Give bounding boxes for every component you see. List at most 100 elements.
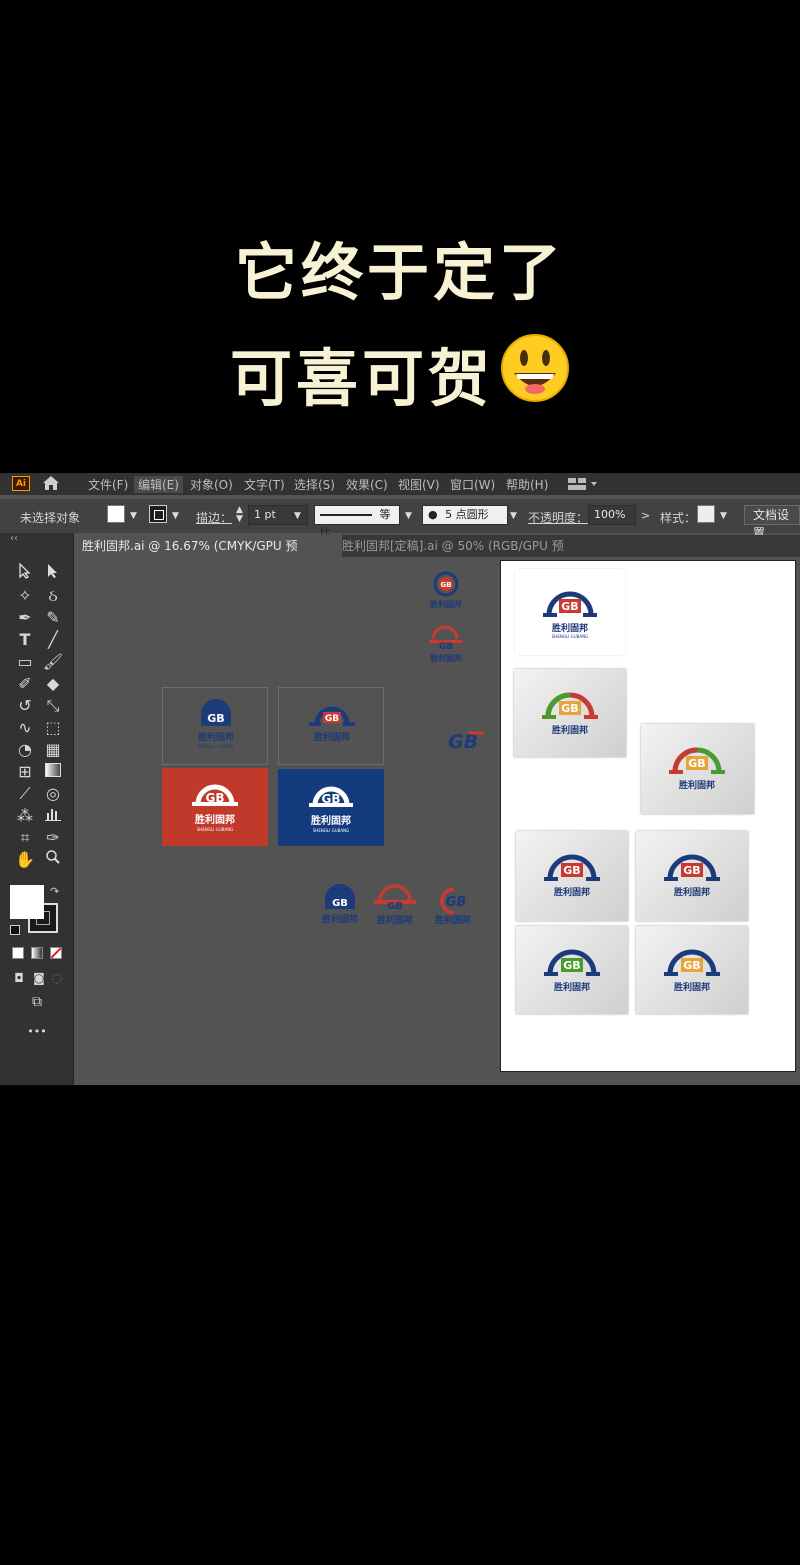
scale-tool-icon[interactable]: ⤡ — [42, 695, 64, 717]
mesh-tool-icon[interactable]: ⊞ — [14, 761, 36, 783]
logo-card-outline-1[interactable]: GB 胜利固邦 SHENGLI GUBANG — [162, 687, 268, 765]
shaper-tool-icon[interactable]: ✐ — [14, 673, 36, 695]
fill-swatch[interactable] — [107, 505, 125, 523]
logo-monogram: GB — [688, 757, 705, 770]
opacity-field[interactable]: 100% — [588, 505, 636, 525]
control-bar: 未选择对象 ▼ ▼ 描边： ▲ ▼ 1 pt ▼ 等比 ▼ ● 5 点圆形 ▼ 不… — [0, 499, 800, 540]
opacity-label[interactable]: 不透明度： — [528, 509, 588, 526]
lasso-tool-icon[interactable]: ઠ — [42, 585, 64, 607]
menu-select[interactable]: 选择(S) — [290, 476, 339, 493]
rectangle-tool-icon[interactable]: ▭ — [14, 651, 36, 673]
canvas-area[interactable]: GB 胜利固邦 GB 胜利固邦 GB GB 胜利固邦 SHENGLI GUBAN… — [74, 557, 800, 1085]
menu-object[interactable]: 对象(O) — [186, 476, 237, 493]
curvature-tool-icon[interactable]: ✎ — [42, 607, 64, 629]
swap-fill-stroke-icon[interactable]: ↷ — [50, 885, 59, 898]
logo-variant-small-1[interactable]: GB 胜利固邦 — [429, 571, 465, 617]
mockup-green-red[interactable]: GB 胜利固邦 — [514, 669, 626, 757]
hand-tool-icon[interactable]: ✋ — [14, 849, 36, 871]
mockup-navy-red-2[interactable]: GB 胜利固邦 — [636, 831, 748, 921]
symbol-sprayer-tool-icon[interactable]: ⁂ — [14, 805, 36, 827]
menu-window[interactable]: 窗口(W) — [446, 476, 499, 493]
fill-box[interactable] — [10, 885, 44, 919]
warp-tool-icon[interactable]: ∿ — [14, 717, 36, 739]
logo-name: 胜利固邦 — [194, 813, 235, 826]
perspective-grid-tool-icon[interactable]: ▦ — [42, 739, 64, 761]
profile-dropdown-icon[interactable]: ▼ — [405, 511, 412, 521]
stroke-swatch[interactable] — [149, 505, 167, 523]
logo-name: 胜利固邦 — [429, 653, 462, 663]
type-tool-icon[interactable]: T — [14, 629, 36, 651]
none-mode-icon[interactable] — [50, 947, 62, 959]
more-tools-icon[interactable]: ••• — [26, 1021, 48, 1043]
magic-wand-tool-icon[interactable]: ✧ — [14, 585, 36, 607]
stroke-weight-dropdown-icon[interactable]: ▼ — [294, 511, 301, 521]
direct-selection-tool-icon[interactable] — [42, 563, 64, 585]
draw-normal-icon[interactable]: ◘ — [8, 967, 30, 989]
artboard[interactable]: GB 胜利固邦 SHENGLI GUBANG GB 胜利固邦 GB 胜利固邦 G… — [500, 560, 796, 1072]
tab-document-1[interactable]: 胜利固邦.ai @ 16.67% (CMYK/GPU 预览)× — [74, 535, 342, 575]
free-transform-tool-icon[interactable]: ⬚ — [42, 717, 64, 739]
opacity-arrow-icon[interactable]: > — [641, 509, 650, 522]
variable-width-profile[interactable]: 等比 — [314, 505, 400, 539]
logo-name: 胜利固邦 — [678, 779, 715, 791]
column-graph-tool-icon[interactable] — [42, 805, 64, 827]
screen-mode-icon[interactable]: ⧉ — [26, 991, 48, 1013]
fill-stroke-indicator[interactable]: ↷ — [10, 885, 62, 939]
stroke-label[interactable]: 描边： — [196, 509, 232, 526]
color-mode-icon[interactable] — [12, 947, 24, 959]
artboard-tool-icon[interactable]: ⌗ — [14, 827, 36, 849]
brush-definition[interactable]: ● 5 点圆形 — [422, 505, 508, 525]
document-setup-button[interactable]: 文档设置 — [744, 505, 800, 540]
logo-card-blue[interactable]: GB 胜利固邦 SHENGLI GUBANG — [278, 769, 384, 846]
logo-name: 胜利固邦 — [551, 622, 588, 634]
slice-tool-icon[interactable]: ✑ — [42, 827, 64, 849]
stroke-stepper-icon[interactable]: ▲ ▼ — [236, 506, 243, 524]
logo-variant-small-2[interactable]: GB 胜利固邦 — [427, 625, 465, 669]
menu-effect[interactable]: 效果(C) — [342, 476, 392, 493]
draw-inside-icon[interactable]: ◌ — [46, 967, 68, 989]
logo-card-red[interactable]: GB 胜利固邦 SHENGLI GUBANG — [162, 768, 268, 846]
shape-builder-tool-icon[interactable]: ◔ — [14, 739, 36, 761]
document-tabs: 胜利固邦.ai @ 16.67% (CMYK/GPU 预览)× 胜利固邦[定稿]… — [74, 535, 800, 575]
paintbrush-tool-icon[interactable]: 🖌 — [42, 651, 64, 673]
logo-variant-bottom-2[interactable]: GB 胜利固邦 — [372, 879, 418, 931]
menu-help[interactable]: 帮助(H) — [502, 476, 552, 493]
line-tool-icon[interactable]: ╱ — [42, 629, 64, 651]
mockup-navy-green[interactable]: GB 胜利固邦 — [516, 926, 628, 1014]
selection-status: 未选择对象 — [20, 511, 81, 525]
logo-monogram-italic[interactable]: GB — [446, 729, 486, 753]
home-icon[interactable] — [42, 475, 60, 494]
mockup-navy-orange[interactable]: GB 胜利固邦 — [636, 926, 748, 1014]
blend-tool-icon[interactable]: ◎ — [42, 783, 64, 805]
mockup-navy-red[interactable]: GB 胜利固邦 — [516, 831, 628, 921]
stroke-dropdown-icon[interactable]: ▼ — [172, 511, 179, 521]
mockup-red-green[interactable]: GB 胜利固邦 — [641, 724, 754, 814]
logo-monogram: GB — [325, 714, 339, 724]
gradient-mode-icon[interactable] — [31, 947, 43, 959]
mockup-white[interactable]: GB 胜利固邦 SHENGLI GUBANG — [515, 569, 625, 655]
logo-variant-bottom-3[interactable]: GB 胜利固邦 — [430, 879, 476, 931]
menu-view[interactable]: 视图(V) — [394, 476, 444, 493]
workspace-layout-icon[interactable] — [568, 478, 598, 493]
brush-dropdown-icon[interactable]: ▼ — [510, 511, 517, 521]
pen-tool-icon[interactable]: ✒ — [14, 607, 36, 629]
gradient-tool-icon[interactable] — [42, 761, 64, 783]
fill-dropdown-icon[interactable]: ▼ — [130, 511, 137, 521]
logo-variant-bottom-1[interactable]: GB 胜利固邦 — [320, 879, 360, 931]
menu-edit[interactable]: 编辑(E) — [134, 476, 183, 493]
illustrator-window: Ai 文件(F) 编辑(E) 对象(O) 文字(T) 选择(S) 效果(C) 视… — [0, 473, 800, 1085]
logo-name: 胜利固邦 — [673, 886, 710, 898]
default-fill-stroke-icon[interactable] — [10, 925, 20, 935]
menu-file[interactable]: 文件(F) — [84, 476, 132, 493]
menu-type[interactable]: 文字(T) — [240, 476, 289, 493]
style-dropdown-icon[interactable]: ▼ — [720, 511, 727, 521]
logo-card-outline-2[interactable]: GB 胜利固邦 — [278, 687, 384, 765]
tab-document-2[interactable]: 胜利固邦[定稿].ai @ 50% (RGB/GPU 预览)× — [334, 535, 600, 575]
selection-tool-icon[interactable] — [14, 562, 36, 585]
eraser-tool-icon[interactable]: ◆ — [42, 673, 64, 695]
zoom-tool-icon[interactable] — [42, 849, 64, 871]
style-swatch[interactable] — [697, 505, 715, 523]
collapse-panel-icon[interactable]: ‹‹ — [10, 533, 18, 544]
rotate-tool-icon[interactable]: ↺ — [14, 695, 36, 717]
eyedropper-tool-icon[interactable]: ⟋ — [14, 783, 36, 805]
